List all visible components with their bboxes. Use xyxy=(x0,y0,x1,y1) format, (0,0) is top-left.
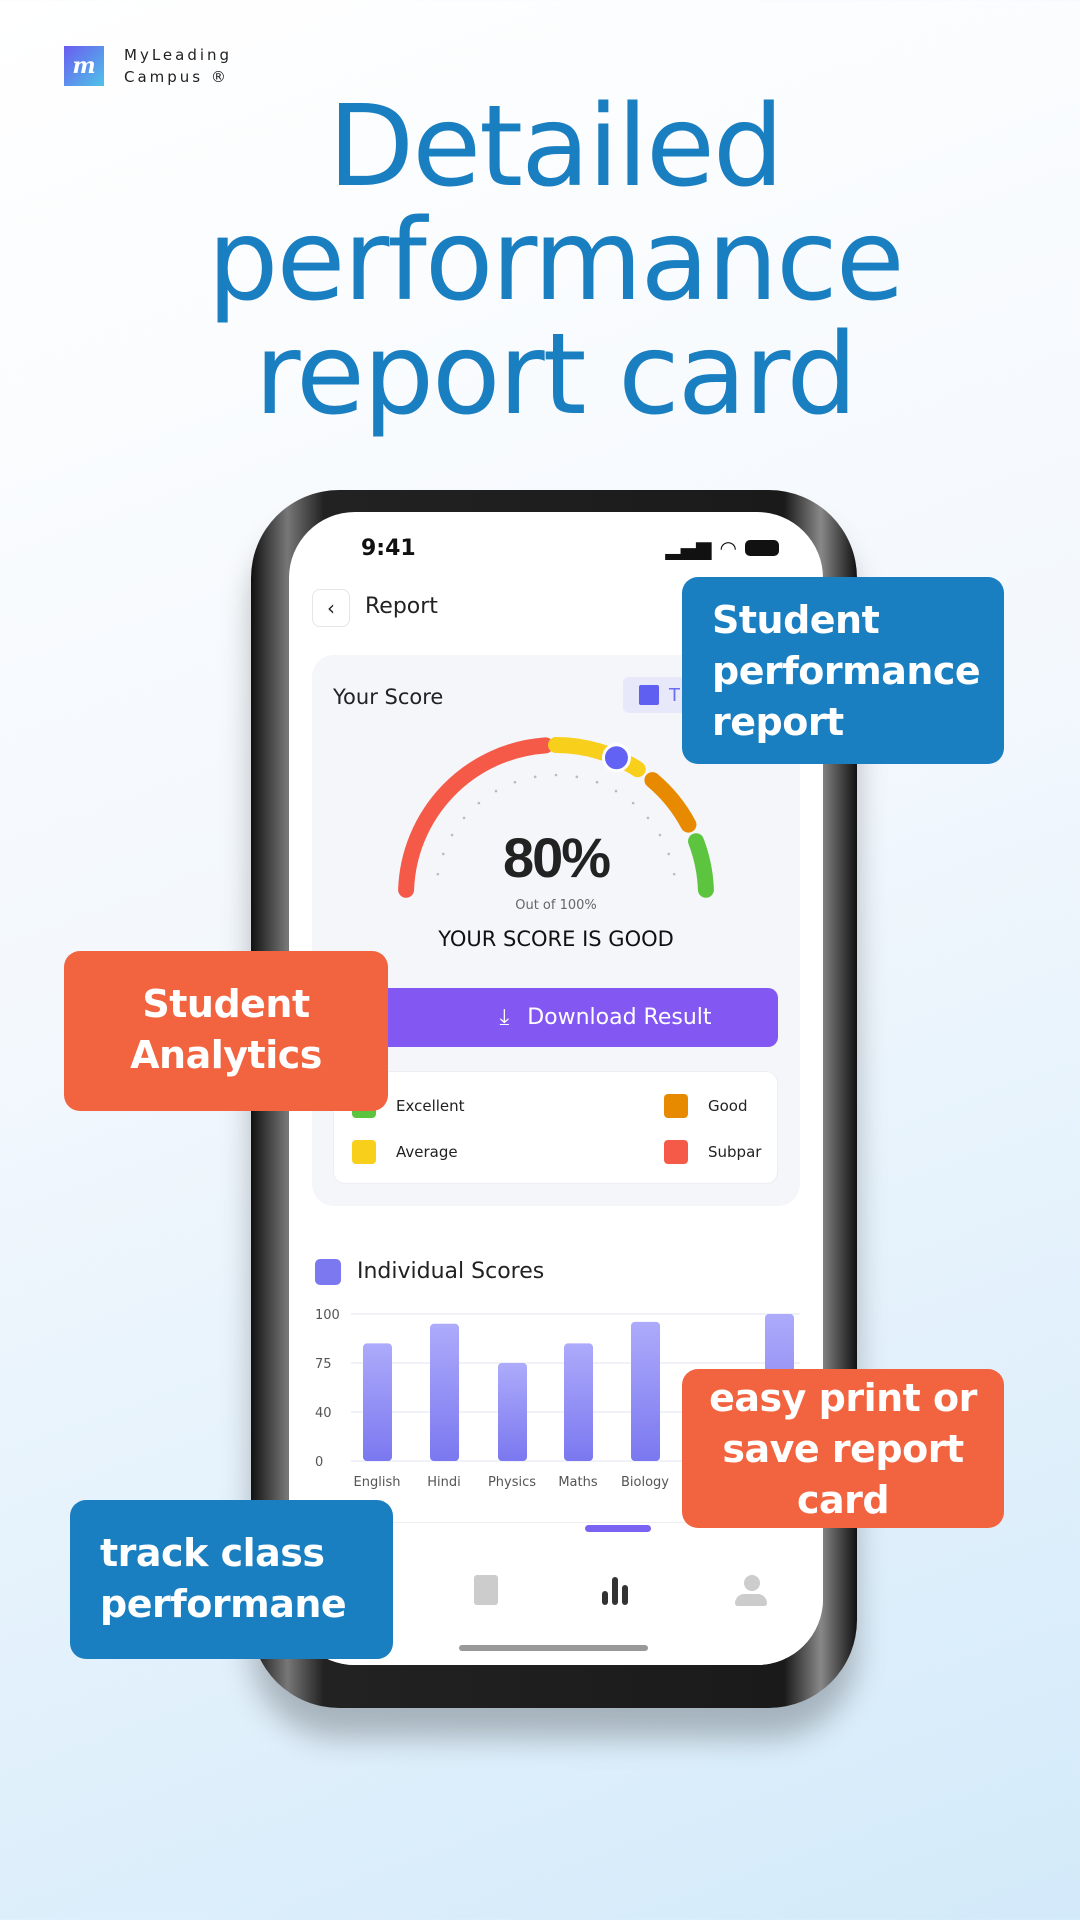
gauge-tick xyxy=(554,773,558,777)
status-icons: ▂▄▆ ◠ xyxy=(665,536,779,560)
gauge-tick xyxy=(462,816,466,820)
gauge-tick xyxy=(494,789,498,793)
logo-icon: m xyxy=(64,46,104,86)
headline-line: report card xyxy=(254,310,857,440)
profile-icon[interactable] xyxy=(735,1575,769,1607)
x-tick-label: English xyxy=(354,1475,401,1490)
y-tick-label: 0 xyxy=(315,1455,323,1470)
legend-swatch xyxy=(664,1140,688,1164)
x-tick-label: Physics xyxy=(488,1475,536,1490)
legend-item: Good xyxy=(664,1094,748,1118)
legend-swatch xyxy=(664,1094,688,1118)
gauge-tick xyxy=(631,801,635,805)
x-tick-label: Hindi xyxy=(427,1475,461,1490)
download-result-button[interactable]: ⤓ Download Result xyxy=(333,988,778,1047)
legend-label: Subpar xyxy=(708,1143,762,1161)
gauge-tick xyxy=(477,801,481,805)
y-tick-label: 40 xyxy=(315,1406,332,1421)
individual-scores-title: Individual Scores xyxy=(357,1259,545,1284)
signal-icon: ▂▄▆ xyxy=(665,536,712,560)
bar-Physics xyxy=(498,1363,527,1461)
gauge-segment-good xyxy=(644,772,697,833)
bar-English xyxy=(363,1343,392,1461)
headline: Detailed performance report card xyxy=(0,90,1080,432)
bar-Hindi xyxy=(430,1323,459,1461)
document-icon[interactable] xyxy=(474,1575,498,1605)
scores-icon xyxy=(315,1259,341,1285)
brand-name: MyLeading Campus ® xyxy=(124,44,232,88)
page-title: Report xyxy=(365,594,438,619)
gauge-tick xyxy=(533,775,537,779)
x-tick-label: Biology xyxy=(621,1475,669,1490)
gauge-tick xyxy=(614,789,618,793)
status-time: 9:41 xyxy=(361,536,416,561)
y-tick-label: 100 xyxy=(315,1308,340,1323)
brand-line2: Campus ® xyxy=(124,68,229,86)
score-out-of: Out of 100% xyxy=(515,898,597,913)
gauge-tick xyxy=(646,816,650,820)
bar-Biology xyxy=(631,1321,660,1461)
chevron-left-icon: ‹ xyxy=(327,596,335,620)
callout-track-class: track class performane xyxy=(70,1500,393,1659)
wifi-icon: ◠ xyxy=(719,536,737,560)
score-verdict: YOUR SCORE IS GOOD xyxy=(438,927,674,951)
gauge-tick xyxy=(595,780,599,784)
download-icon: ⤓ xyxy=(499,1005,510,1030)
bar-Maths xyxy=(564,1343,593,1461)
score-value: 80% xyxy=(502,826,611,889)
headline-line: performance xyxy=(207,196,904,326)
legend-label: Excellent xyxy=(396,1097,465,1115)
legend-label: Good xyxy=(708,1097,748,1115)
home-indicator xyxy=(459,1645,648,1651)
callout-print-save: easy print or save report card xyxy=(682,1369,1004,1528)
y-tick-label: 75 xyxy=(315,1357,332,1372)
score-legend: Excellent Good Average Subpar xyxy=(333,1071,778,1184)
x-tick-label: Maths xyxy=(558,1475,598,1490)
gauge-tick xyxy=(513,780,517,784)
legend-item: Average xyxy=(352,1140,458,1164)
battery-icon xyxy=(745,540,779,556)
gauge-tick xyxy=(575,775,579,779)
active-tab-indicator xyxy=(585,1525,651,1532)
legend-swatch xyxy=(352,1140,376,1164)
gauge-marker xyxy=(601,743,631,773)
callout-performance-report: Student performance report xyxy=(682,577,1004,764)
brand-line1: MyLeading xyxy=(124,46,233,64)
analytics-icon[interactable] xyxy=(602,1577,628,1605)
headline-line: Detailed xyxy=(328,82,784,212)
back-button[interactable]: ‹ xyxy=(312,589,350,627)
legend-label: Average xyxy=(396,1143,458,1161)
callout-student-analytics: Student Analytics xyxy=(64,951,388,1111)
legend-item: Subpar xyxy=(664,1140,761,1164)
download-label: Download Result xyxy=(527,1005,712,1030)
